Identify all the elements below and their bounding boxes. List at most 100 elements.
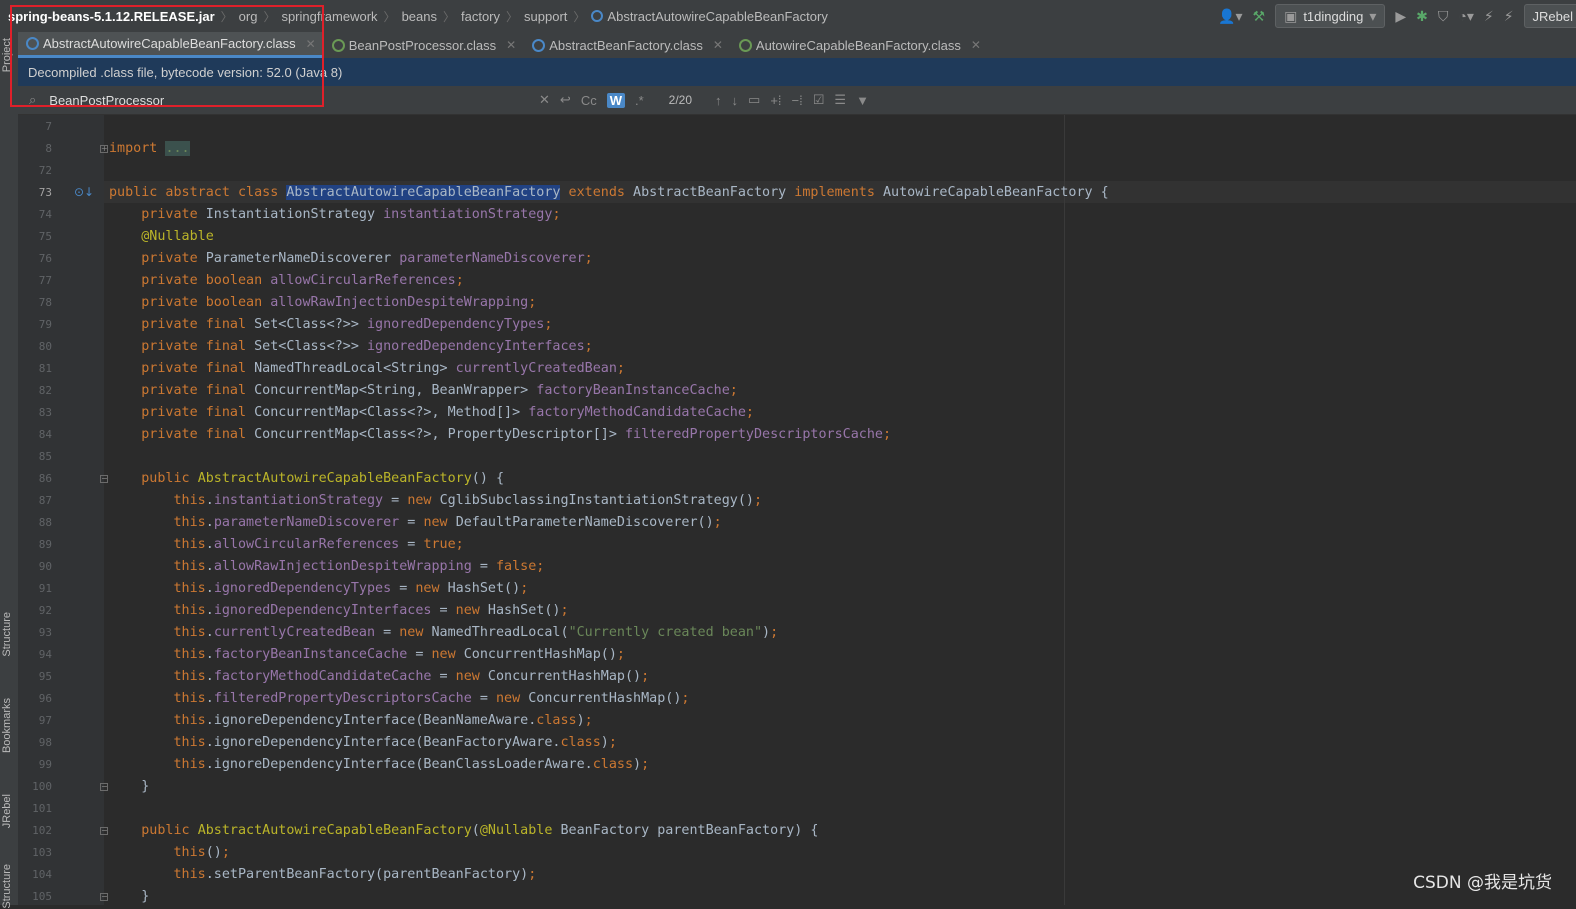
code-line[interactable]: this.factoryMethodCandidateCache = new C… bbox=[109, 666, 650, 688]
code-line[interactable]: import ... bbox=[109, 138, 190, 160]
breadcrumb-item[interactable]: AbstractAutowireCapableBeanFactory bbox=[587, 9, 831, 24]
debug-icon[interactable]: ✱ bbox=[1416, 8, 1428, 25]
fold-toggle-icon[interactable]: + bbox=[100, 145, 108, 153]
line-number: 74 bbox=[38, 208, 52, 221]
close-icon[interactable]: ✕ bbox=[713, 38, 723, 52]
filter-icon[interactable]: ▼ bbox=[856, 93, 869, 108]
history-icon[interactable]: ↩ bbox=[560, 92, 571, 108]
side-tab-bookmarks[interactable]: Bookmarks bbox=[1, 698, 13, 753]
code-line[interactable]: this.currentlyCreatedBean = new NamedThr… bbox=[109, 622, 779, 644]
editor-tab[interactable]: AbstractBeanFactory.class ✕ bbox=[524, 32, 731, 58]
code-line[interactable]: @Nullable bbox=[109, 226, 214, 248]
code-line[interactable]: private final Set<Class<?>> ignoredDepen… bbox=[109, 336, 592, 358]
code-line[interactable]: private final NamedThreadLocal<String> c… bbox=[109, 358, 625, 380]
fold-toggle-icon[interactable]: − bbox=[100, 475, 108, 483]
code-editor[interactable]: 7 8 72 73 74 75 76 77 78 79 80 81 82 83 84 85 86 87 88 89 90… bbox=[18, 115, 1576, 905]
side-tab-structure-2[interactable]: Structure bbox=[1, 864, 13, 909]
code-token: private final bbox=[141, 339, 255, 354]
code-token: private boolean bbox=[141, 273, 271, 288]
close-icon[interactable]: ✕ bbox=[506, 38, 516, 52]
code-line[interactable]: private boolean allowCircularReferences; bbox=[109, 270, 464, 292]
editor-tab[interactable]: AbstractAutowireCapableBeanFactory.class… bbox=[18, 32, 324, 58]
code-token: new bbox=[455, 669, 488, 684]
code-line[interactable]: this.allowRawInjectionDespiteWrapping = … bbox=[109, 556, 545, 578]
breadcrumb-item[interactable]: spring-beans-5.1.12.RELEASE.jar bbox=[0, 9, 219, 24]
select-all-occurrences-icon[interactable]: ☑ bbox=[813, 92, 825, 108]
open-in-window-icon[interactable]: ▭ bbox=[748, 92, 760, 108]
code-line[interactable]: private final Set<Class<?>> ignoredDepen… bbox=[109, 314, 552, 336]
config-icon: ▣ bbox=[1284, 7, 1298, 24]
code-token: ConcurrentHashMap() bbox=[463, 647, 617, 662]
code-token: .ignoreDependencyInterface(BeanFactoryAw… bbox=[205, 735, 561, 750]
jrebel-run-icon[interactable]: ⚡ bbox=[1484, 8, 1494, 25]
code-line[interactable]: this.ignoreDependencyInterface(BeanClass… bbox=[109, 754, 650, 776]
code-line[interactable]: } bbox=[109, 776, 149, 798]
editor-tab[interactable]: AutowireCapableBeanFactory.class ✕ bbox=[731, 32, 989, 58]
code-token: new bbox=[415, 581, 448, 596]
code-line[interactable]: this.instantiationStrategy = new CglibSu… bbox=[109, 490, 763, 512]
regex-toggle[interactable]: .* bbox=[635, 93, 644, 108]
profile-icon[interactable]: ◔▾ bbox=[1458, 8, 1473, 25]
code-line[interactable]: this.ignoreDependencyInterface(BeanNameA… bbox=[109, 710, 593, 732]
search-field[interactable]: ⌕ bbox=[18, 91, 534, 109]
jrebel-debug-icon[interactable]: ⚡ bbox=[1504, 8, 1514, 25]
words-toggle[interactable]: W bbox=[606, 92, 625, 108]
fold-toggle-icon[interactable]: − bbox=[100, 827, 108, 835]
fold-toggle-icon[interactable]: − bbox=[100, 783, 108, 791]
search-input[interactable] bbox=[47, 91, 492, 109]
code-token: CglibSubclassingInstantiationStrategy() bbox=[439, 493, 754, 508]
code-line[interactable]: private final ConcurrentMap<Class<?>, Pr… bbox=[109, 424, 891, 446]
code-line[interactable]: this.allowCircularReferences = true; bbox=[109, 534, 464, 556]
code-line[interactable]: this.ignoreDependencyInterface(BeanFacto… bbox=[109, 732, 617, 754]
code-line[interactable]: this(); bbox=[109, 842, 230, 864]
code-line[interactable]: private ParameterNameDiscoverer paramete… bbox=[109, 248, 592, 270]
code-token: BeanFactory parentBeanFactory) { bbox=[560, 823, 819, 838]
breadcrumb-item[interactable]: factory bbox=[457, 9, 504, 24]
side-tab-jrebel[interactable]: JRebel bbox=[1, 794, 13, 828]
close-icon[interactable]: ✕ bbox=[971, 38, 981, 52]
arrow-up-icon[interactable]: ↑ bbox=[715, 93, 722, 108]
code-line[interactable]: public AbstractAutowireCapableBeanFactor… bbox=[109, 820, 818, 842]
line-number: 91 bbox=[38, 582, 52, 595]
code-line[interactable]: private final ConcurrentMap<String, Bean… bbox=[109, 380, 738, 402]
code-token: ConcurrentHashMap() bbox=[487, 669, 642, 684]
line-number: 104 bbox=[32, 868, 52, 881]
remove-selection-icon[interactable]: −⁞ bbox=[792, 93, 803, 108]
clear-icon[interactable]: ✕ bbox=[539, 92, 550, 108]
implementation-marker-icon[interactable]: ⊙↓ bbox=[74, 185, 94, 199]
build-hammer-icon[interactable]: ⚒ bbox=[1253, 8, 1266, 25]
interface-icon bbox=[738, 38, 752, 52]
code-line[interactable]: private final ConcurrentMap<Class<?>, Me… bbox=[109, 402, 754, 424]
breadcrumb-item[interactable]: beans bbox=[398, 9, 441, 24]
add-selection-icon[interactable]: +⁞ bbox=[770, 93, 781, 108]
code-token: ; bbox=[753, 493, 763, 508]
breadcrumb-item[interactable]: support bbox=[520, 9, 571, 24]
editor-tab[interactable]: BeanPostProcessor.class ✕ bbox=[324, 32, 524, 58]
code-line[interactable]: this.ignoredDependencyInterfaces = new H… bbox=[109, 600, 569, 622]
find-bar: ⌕ ✕ ↩ Cc W .* 2/20 ↑ ↓ ▭ +⁞ −⁞ ☑ ☰ ▼ bbox=[18, 86, 1576, 115]
side-tab-project[interactable]: Project bbox=[1, 38, 13, 72]
arrow-down-icon[interactable]: ↓ bbox=[732, 93, 739, 108]
user-icon[interactable]: 👤▾ bbox=[1218, 8, 1242, 25]
code-line[interactable]: private boolean allowRawInjectionDespite… bbox=[109, 292, 536, 314]
close-icon[interactable]: ✕ bbox=[306, 37, 316, 51]
filter-options-icon[interactable]: ☰ bbox=[834, 92, 846, 108]
match-case-toggle[interactable]: Cc bbox=[581, 93, 597, 108]
code-line[interactable]: private InstantiationStrategy instantiat… bbox=[109, 204, 560, 226]
code-line[interactable]: this.filteredPropertyDescriptorsCache = … bbox=[109, 688, 690, 710]
side-tab-structure[interactable]: Structure bbox=[1, 612, 13, 657]
code-line[interactable]: public AbstractAutowireCapableBeanFactor… bbox=[109, 468, 504, 490]
code-line[interactable]: public abstract class AbstractAutowireCa… bbox=[109, 182, 1109, 204]
run-config-select[interactable]: ▣ t1dingding ▾ bbox=[1275, 4, 1386, 28]
run-icon[interactable]: ▶ bbox=[1395, 8, 1406, 25]
code-line[interactable]: this.parameterNameDiscoverer = new Defau… bbox=[109, 512, 722, 534]
jrebel-button[interactable]: JRebel bbox=[1523, 4, 1576, 28]
code-line[interactable]: this.ignoredDependencyTypes = new HashSe… bbox=[109, 578, 529, 600]
breadcrumb-item[interactable]: springframework bbox=[277, 9, 381, 24]
fold-toggle-icon[interactable]: − bbox=[100, 893, 108, 901]
code-line[interactable]: this.factoryBeanInstanceCache = new Conc… bbox=[109, 644, 625, 666]
code-line[interactable]: this.setParentBeanFactory(parentBeanFact… bbox=[109, 864, 537, 886]
breadcrumb-item[interactable]: org bbox=[235, 9, 262, 24]
code-token: .ignoreDependencyInterface(BeanClassLoad… bbox=[205, 757, 593, 772]
coverage-icon[interactable]: ⛉ bbox=[1438, 8, 1449, 25]
